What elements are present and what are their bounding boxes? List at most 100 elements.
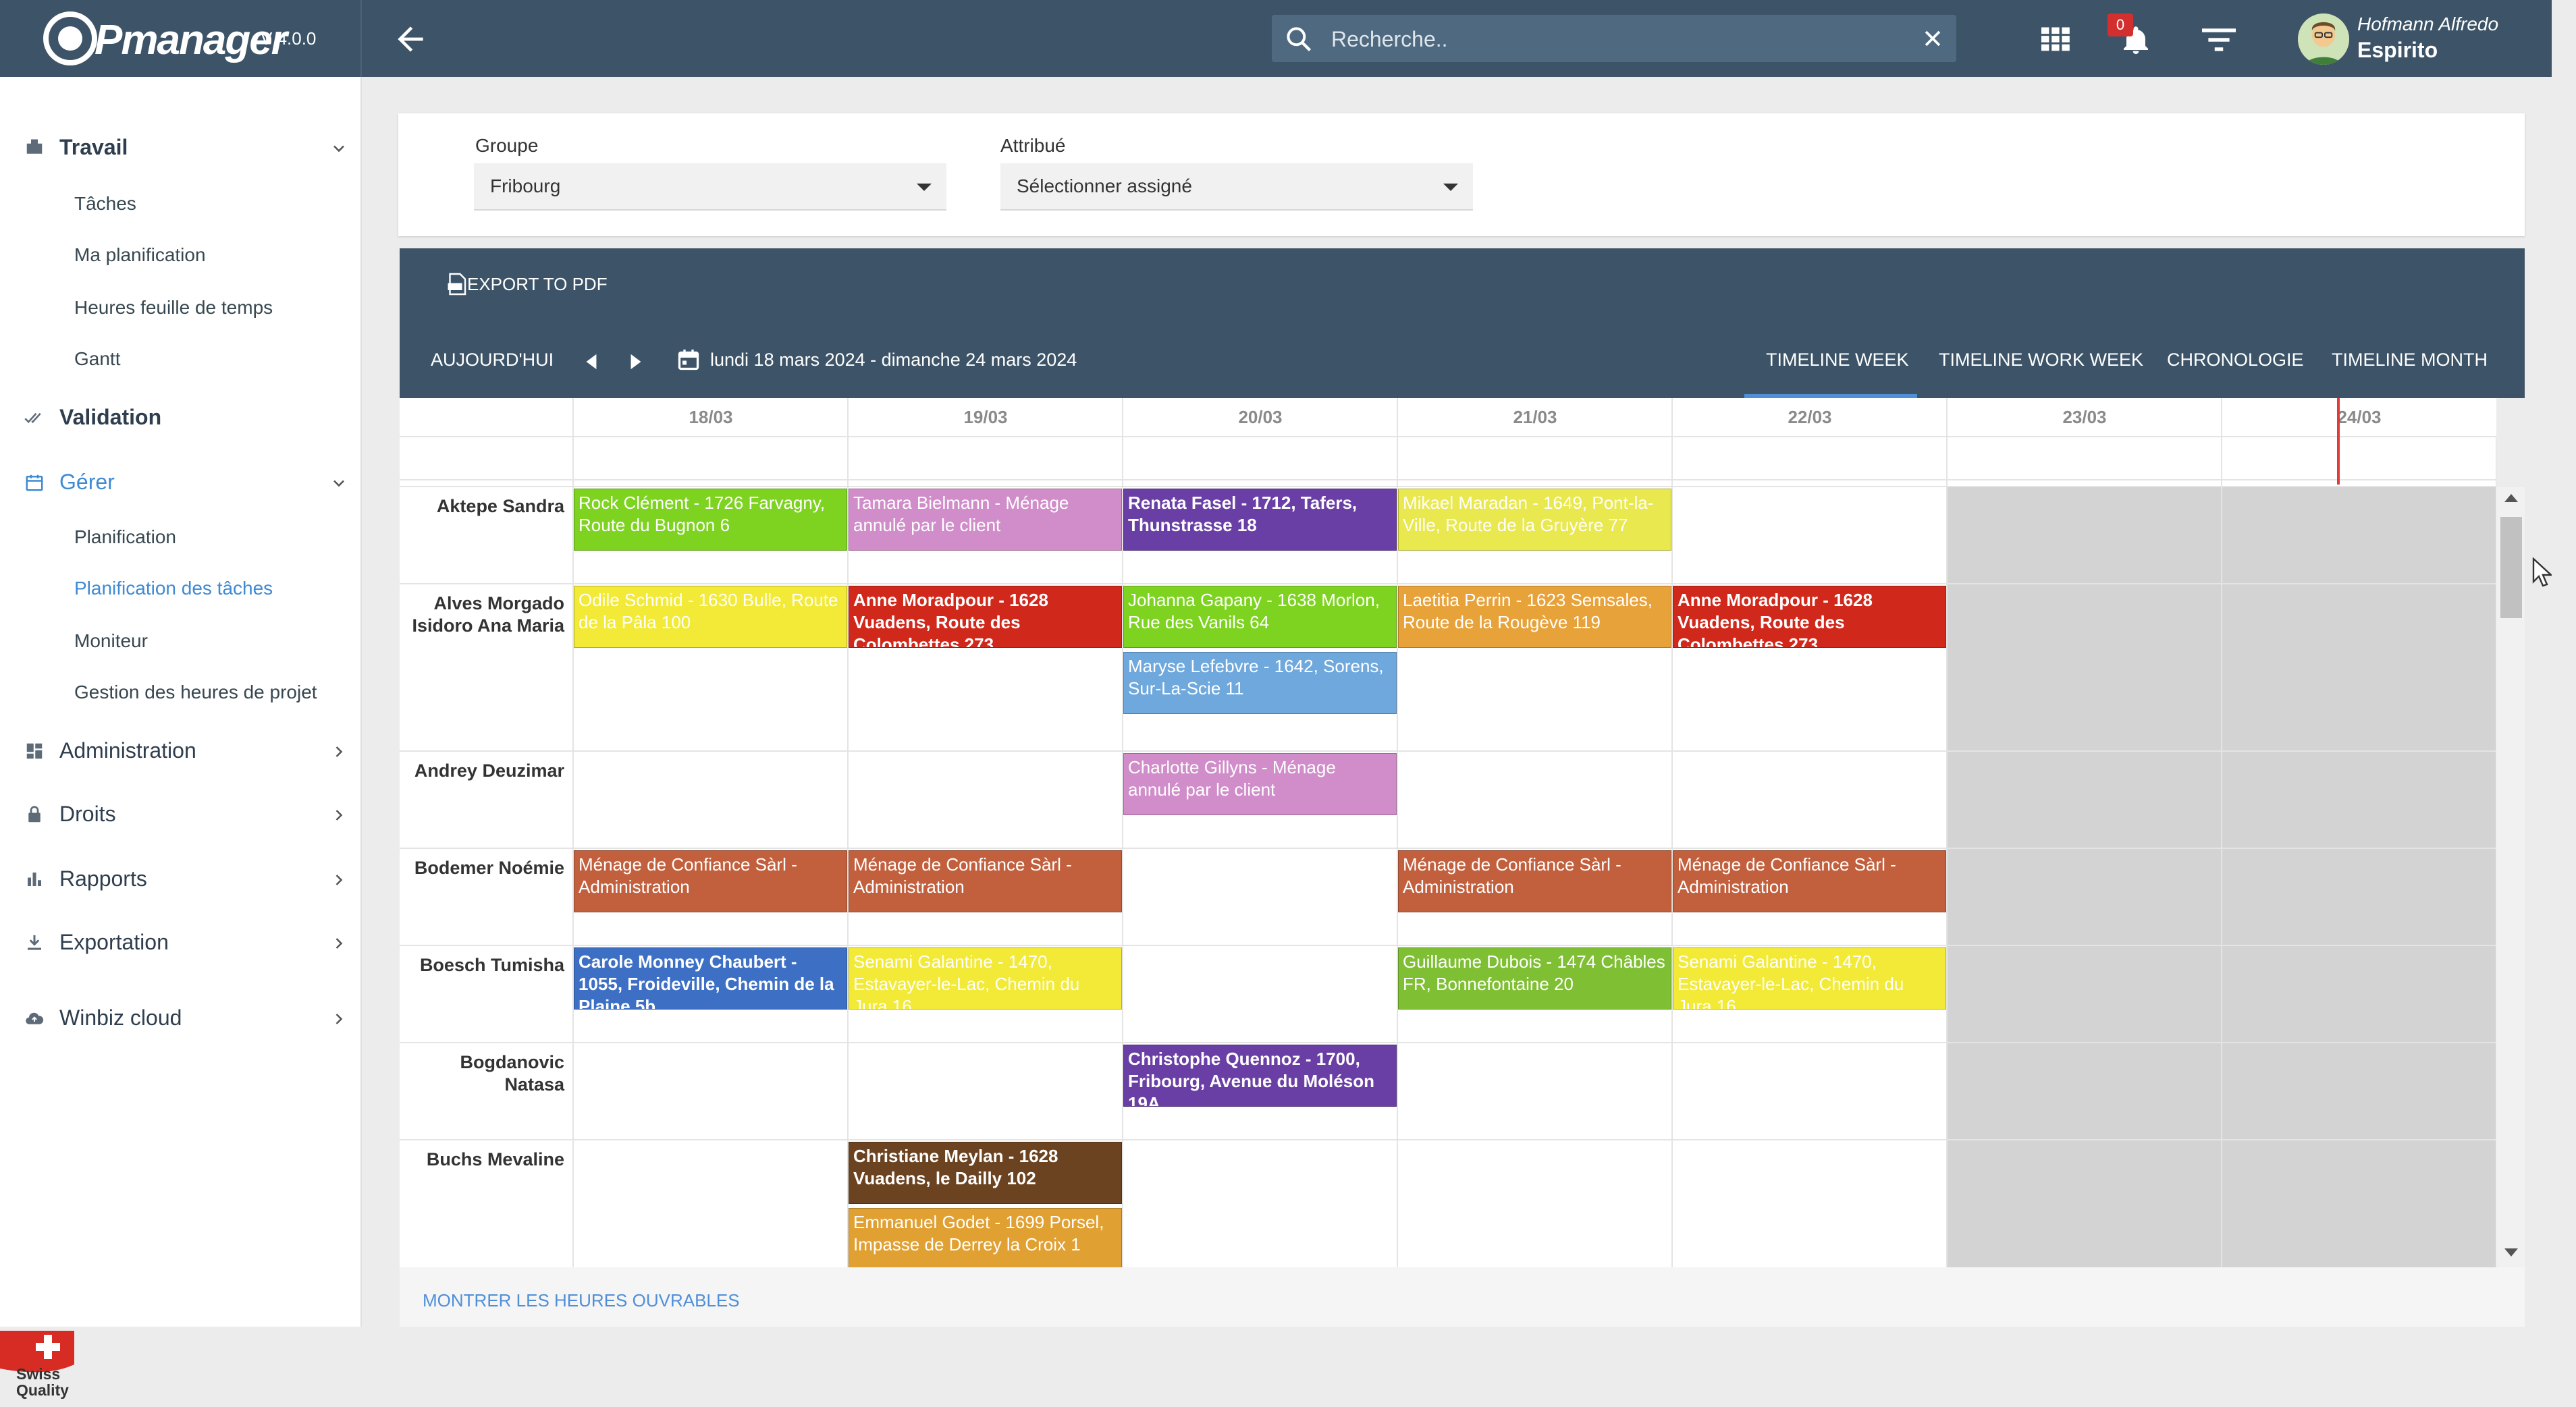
search-icon [1287, 27, 1312, 52]
schedule-event[interactable]: Senami Galantine - 1470, Estavayer-le-La… [1673, 947, 1946, 1010]
user-first-name[interactable]: Espirito [2357, 38, 2438, 63]
search-input[interactable] [1330, 19, 1900, 59]
next-week-icon[interactable] [628, 353, 644, 370]
lock-icon [28, 806, 41, 823]
schedule-event[interactable]: Mikael Maradan - 1649, Pont-la-Ville, Ro… [1398, 489, 1671, 551]
grid-hline [400, 1139, 2496, 1140]
current-time-indicator [2337, 398, 2340, 485]
filter-card: Groupe Fribourg Attribué Sélectionner as… [398, 113, 2525, 236]
schedule-event[interactable]: Laetitia Perrin - 1623 Semsales, Route d… [1398, 586, 1671, 648]
vertical-scrollbar[interactable] [2496, 487, 2525, 1267]
grid-hline [400, 479, 2496, 480]
schedule-event[interactable]: Renata Fasel - 1712, Tafers, Thunstrasse… [1123, 489, 1397, 551]
apps-grid-icon[interactable] [2041, 27, 2070, 51]
tab-chronologie[interactable]: CHRONOLOGIE [2167, 350, 2304, 370]
search-box[interactable] [1272, 15, 1956, 62]
schedule-event[interactable]: Christophe Quennoz - 1700, Fribourg, Ave… [1123, 1045, 1397, 1107]
schedule-event[interactable]: Guillaume Dubois - 1474 Châbles FR, Bonn… [1398, 947, 1671, 1010]
previous-week-icon[interactable] [583, 353, 599, 370]
resource-name: Bogdanovic Natasa [460, 1052, 564, 1095]
logo-text[interactable]: Pmanager [95, 16, 288, 64]
schedule-event[interactable]: Senami Galantine - 1470, Estavayer-le-La… [849, 947, 1122, 1010]
schedule-event[interactable]: Rock Clément - 1726 Farvagny, Route du B… [574, 489, 847, 551]
schedule-event[interactable]: Anne Moradpour - 1628 Vuadens, Route des… [1673, 586, 1946, 648]
schedule-event[interactable]: Johanna Gapany - 1638 Morlon, Rue des Va… [1123, 586, 1397, 648]
tab-timeline-week[interactable]: TIMELINE WEEK [1766, 350, 1909, 370]
cloud-upload-icon [26, 1012, 44, 1024]
grid-vline [2221, 436, 2222, 1267]
groupe-select[interactable]: Fribourg [474, 163, 946, 211]
user-avatar[interactable] [2298, 13, 2349, 65]
schedule-event[interactable]: Ménage de Confiance Sàrl - Administratio… [574, 850, 847, 912]
grid-vline [1946, 436, 1948, 1267]
resource-name: Boesch Tumisha [419, 955, 564, 975]
schedule-event[interactable]: Odile Schmid - 1630 Bulle, Route de la P… [574, 586, 847, 648]
scroll-down-icon[interactable] [2504, 1248, 2518, 1257]
chevron-down-icon [333, 480, 344, 487]
sidebar: Travail Tâches Ma planification Heures f… [0, 77, 362, 1398]
resource-name: Bodemer Noémie [414, 858, 564, 878]
nav-planification[interactable]: Planification [74, 526, 176, 548]
nav-travail[interactable]: Travail [24, 132, 348, 166]
schedule-event[interactable]: Carole Monney Chaubert - 1055, Froidevil… [574, 947, 847, 1010]
schedule-event[interactable]: Ménage de Confiance Sàrl - Administratio… [1673, 850, 1946, 912]
nav-validation[interactable]: Validation [24, 402, 348, 436]
notification-count-badge: 0 [2108, 13, 2133, 36]
nav-administration[interactable]: Administration [24, 736, 348, 769]
schedule-event[interactable]: Charlotte Gillyns - Ménage annulé par le… [1123, 753, 1397, 815]
mouse-cursor-icon [2532, 557, 2552, 587]
swiss-quality-label: Swiss Quality [16, 1365, 69, 1399]
attribue-label: Attribué [1000, 135, 1066, 156]
schedule-event[interactable]: Ménage de Confiance Sàrl - Administratio… [1398, 850, 1671, 912]
top-bar: Pmanager V 4.0.0 0 Hofman [0, 0, 2552, 77]
bar-chart-icon [28, 873, 41, 886]
user-last-name[interactable]: Hofmann Alfredo [2357, 13, 2498, 35]
nav-moniteur[interactable]: Moniteur [74, 630, 148, 652]
attribue-select[interactable]: Sélectionner assigné [1000, 163, 1473, 211]
today-button[interactable]: AUJOURD'HUI [431, 350, 554, 370]
resource-name: Aktepe Sandra [436, 496, 564, 516]
day-header: 19/03 [847, 398, 1123, 436]
tab-timeline-work-week[interactable]: TIMELINE WORK WEEK [1939, 350, 2143, 370]
nav-exportation[interactable]: Exportation [24, 927, 348, 961]
app-version: V 4.0.0 [261, 28, 317, 49]
schedule-event[interactable]: Anne Moradpour - 1628 Vuadens, Route des… [849, 586, 1122, 648]
clear-search-icon[interactable] [1921, 27, 1944, 50]
day-header: 18/03 [572, 398, 848, 436]
filter-icon[interactable] [2202, 28, 2236, 51]
day-header: 23/03 [1946, 398, 2222, 436]
calendar-icon[interactable] [676, 347, 701, 373]
chevron-right-icon [336, 810, 343, 821]
resource-name: Andrey Deuzimar [414, 761, 564, 781]
nav-droits[interactable]: Droits [24, 799, 348, 833]
back-arrow-icon[interactable] [390, 20, 431, 58]
download-icon [28, 935, 41, 950]
schedule-event[interactable]: Christiane Meylan - 1628 Vuadens, le Dai… [849, 1142, 1122, 1204]
show-work-hours-link[interactable]: MONTRER LES HEURES OUVRABLES [423, 1290, 740, 1311]
dropdown-caret-icon [917, 184, 932, 191]
resource-name: Alves Morgado Isidoro Ana Maria [412, 593, 564, 636]
pdf-file-icon [448, 273, 466, 296]
schedule-event[interactable]: Tamara Bielmann - Ménage annulé par le c… [849, 489, 1122, 551]
nav-winbiz-cloud[interactable]: Winbiz cloud [24, 1003, 348, 1037]
chevron-down-icon [333, 145, 344, 153]
nav-planification-des-taches[interactable]: Planification des tâches [74, 578, 273, 599]
schedule-event[interactable]: Maryse Lefebvre - 1642, Sorens, Sur-La-S… [1123, 652, 1397, 714]
nav-heures-feuille-de-temps[interactable]: Heures feuille de temps [74, 297, 273, 319]
schedule-event[interactable]: Ménage de Confiance Sàrl - Administratio… [849, 850, 1122, 912]
nav-gantt[interactable]: Gantt [74, 348, 120, 370]
nav-gerer[interactable]: Gérer [24, 467, 348, 501]
tab-timeline-month[interactable]: TIMELINE MONTH [2332, 350, 2488, 370]
nav-taches[interactable]: Tâches [74, 193, 136, 215]
scroll-thumb[interactable] [2500, 517, 2522, 618]
nav-ma-planification[interactable]: Ma planification [74, 244, 206, 266]
schedule-event[interactable]: Emmanuel Godet - 1699 Porsel, Impasse de… [849, 1208, 1122, 1267]
nav-rapports[interactable]: Rapports [24, 864, 348, 898]
grid-hline [400, 848, 2496, 849]
grid-hline [400, 750, 2496, 752]
scroll-up-icon[interactable] [2504, 494, 2518, 502]
date-range-label[interactable]: lundi 18 mars 2024 - dimanche 24 mars 20… [710, 350, 1077, 370]
nav-gestion-des-heures[interactable]: Gestion des heures de projet [74, 682, 317, 703]
day-header: 21/03 [1397, 398, 1672, 436]
grid-vline [1122, 436, 1123, 1267]
